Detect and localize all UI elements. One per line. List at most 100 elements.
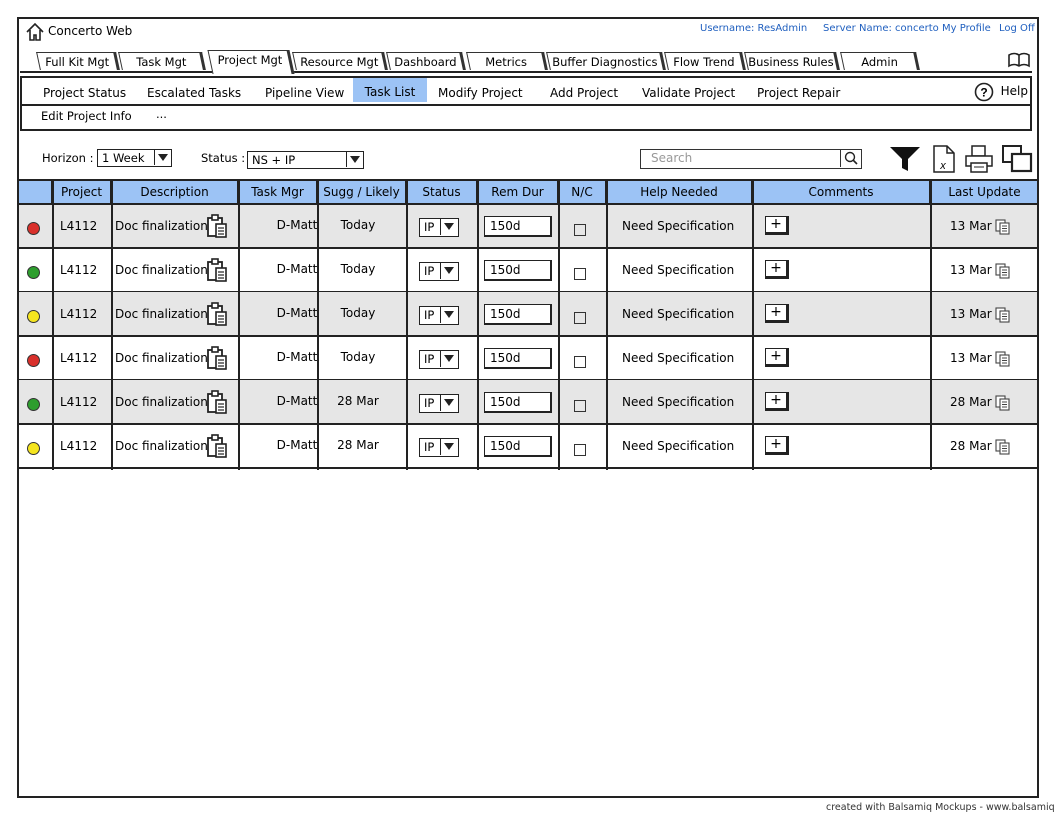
clipboard-icon[interactable]	[206, 302, 228, 326]
header-task-mgr[interactable]: Task Mgr	[239, 180, 318, 204]
add-comment-button[interactable]: +	[765, 216, 789, 235]
tab-task-mgt[interactable]: Task Mgt	[118, 52, 206, 70]
copy-window-icon[interactable]	[1001, 144, 1033, 174]
project-cell[interactable]: L4112	[60, 219, 97, 233]
nc-checkbox[interactable]	[574, 268, 586, 280]
copy-icon[interactable]	[995, 263, 1011, 279]
rem-dur-input[interactable]: 150d	[484, 304, 552, 325]
add-comment-button[interactable]: +	[765, 436, 789, 455]
status-select[interactable]: NS + IP	[247, 151, 364, 169]
rem-dur-input[interactable]: 150d	[484, 260, 552, 281]
project-cell[interactable]: L4112	[60, 351, 97, 365]
search-icon[interactable]	[840, 150, 861, 167]
tab-business-rules[interactable]: Business Rules	[744, 52, 840, 70]
header-rem-dur[interactable]: Rem Dur	[478, 180, 559, 204]
project-cell[interactable]: L4112	[60, 395, 97, 409]
svg-text:?: ?	[980, 86, 987, 100]
tab-resource-mgt[interactable]: Resource Mgt	[292, 52, 388, 70]
column-divider	[606, 180, 608, 470]
book-icon[interactable]	[1008, 52, 1030, 68]
copy-icon[interactable]	[995, 219, 1011, 235]
header-nc[interactable]: N/C	[559, 180, 607, 204]
header-sugg-likely[interactable]: Sugg / Likely	[318, 180, 407, 204]
excel-export-icon[interactable]: x	[932, 144, 956, 174]
project-cell[interactable]: L4112	[60, 439, 97, 453]
task-status-select[interactable]: IP	[419, 218, 459, 237]
header-help-needed[interactable]: Help Needed	[607, 180, 753, 204]
add-comment-button[interactable]: +	[765, 348, 789, 367]
clipboard-icon[interactable]	[206, 434, 228, 458]
add-comment-button[interactable]: +	[765, 392, 789, 411]
project-cell[interactable]: L4112	[60, 307, 97, 321]
nc-checkbox[interactable]	[574, 444, 586, 456]
tab-full-kit-mgt[interactable]: Full Kit Mgt	[36, 52, 120, 70]
help-icon[interactable]: ?	[974, 82, 994, 102]
submenu-add-project[interactable]: Add Project	[546, 82, 622, 104]
submenu-project-repair[interactable]: Project Repair	[753, 82, 844, 104]
copy-icon[interactable]	[995, 439, 1011, 455]
help-needed-cell: Need Specification	[622, 307, 735, 321]
copy-icon[interactable]	[995, 351, 1011, 367]
rem-dur-input[interactable]: 150d	[484, 348, 552, 369]
header-comments[interactable]: Comments	[753, 180, 931, 204]
my-profile-link[interactable]: My Profile	[942, 23, 991, 34]
nc-checkbox[interactable]	[574, 356, 586, 368]
horizon-select[interactable]: 1 Week	[97, 149, 172, 167]
task-table-header: Project Description Task Mgr Sugg / Like…	[18, 180, 1038, 204]
submenu-project-status[interactable]: Project Status	[39, 82, 130, 104]
add-comment-button[interactable]: +	[765, 260, 789, 279]
submenu-validate-project[interactable]: Validate Project	[638, 82, 739, 104]
header-status[interactable]: Status	[407, 180, 478, 204]
svg-text:x: x	[939, 160, 946, 172]
clipboard-icon[interactable]	[206, 346, 228, 370]
submenu-edit-project-info[interactable]: Edit Project Info	[41, 109, 132, 123]
task-status-select[interactable]: IP	[419, 438, 459, 457]
tab-admin[interactable]: Admin	[840, 52, 920, 70]
copy-icon[interactable]	[995, 395, 1011, 411]
clipboard-icon[interactable]	[206, 258, 228, 282]
nc-checkbox[interactable]	[574, 400, 586, 412]
column-divider	[406, 180, 408, 470]
project-cell[interactable]: L4112	[60, 263, 97, 277]
tab-project-mgt[interactable]: Project Mgt	[207, 50, 295, 74]
home-icon[interactable]	[25, 22, 45, 42]
tab-dashboard[interactable]: Dashboard	[386, 52, 466, 70]
header-last-update[interactable]: Last Update	[931, 180, 1038, 204]
tab-label: Buffer Diagnostics	[552, 55, 658, 69]
nc-checkbox[interactable]	[574, 224, 586, 236]
header-project[interactable]: Project	[53, 180, 112, 204]
task-status-select[interactable]: IP	[419, 306, 459, 325]
submenu-task-list[interactable]: Task List	[353, 78, 427, 102]
tab-buffer-diagnostics[interactable]: Buffer Diagnostics	[546, 52, 666, 70]
task-status-select[interactable]: IP	[419, 394, 459, 413]
rem-dur-input[interactable]: 150d	[484, 436, 552, 457]
submenu-pipeline-view[interactable]: Pipeline View	[261, 82, 348, 104]
submenu-more[interactable]: ...	[156, 107, 167, 121]
sugg-likely-cell: Today	[340, 262, 376, 276]
print-icon[interactable]	[963, 144, 995, 174]
clipboard-icon[interactable]	[206, 214, 228, 238]
nc-checkbox[interactable]	[574, 312, 586, 324]
tab-label: Metrics	[485, 55, 528, 69]
column-divider	[1037, 180, 1039, 470]
header-description[interactable]: Description	[112, 180, 239, 204]
submenu-escalated-tasks[interactable]: Escalated Tasks	[143, 82, 245, 104]
copy-icon[interactable]	[995, 307, 1011, 323]
rem-dur-input[interactable]: 150d	[484, 216, 552, 237]
submenu-modify-project[interactable]: Modify Project	[434, 82, 527, 104]
task-status-select[interactable]: IP	[419, 262, 459, 281]
search-input[interactable]: Search	[640, 149, 862, 169]
server-name-link[interactable]: Server Name: concerto	[823, 23, 939, 34]
username-link[interactable]: Username: ResAdmin	[700, 23, 807, 34]
log-off-link[interactable]: Log Off	[999, 23, 1035, 34]
clipboard-icon[interactable]	[206, 390, 228, 414]
tab-flow-trend[interactable]: Flow Trend	[664, 52, 746, 70]
tab-label: Business Rules	[748, 55, 834, 69]
add-comment-button[interactable]: +	[765, 304, 789, 323]
task-status-select[interactable]: IP	[419, 350, 459, 369]
tab-metrics[interactable]: Metrics	[466, 52, 548, 70]
sugg-likely-cell: 28 Mar	[337, 394, 379, 408]
help-label[interactable]: Help	[1001, 84, 1028, 98]
filter-icon[interactable]	[888, 144, 922, 174]
rem-dur-input[interactable]: 150d	[484, 392, 552, 413]
